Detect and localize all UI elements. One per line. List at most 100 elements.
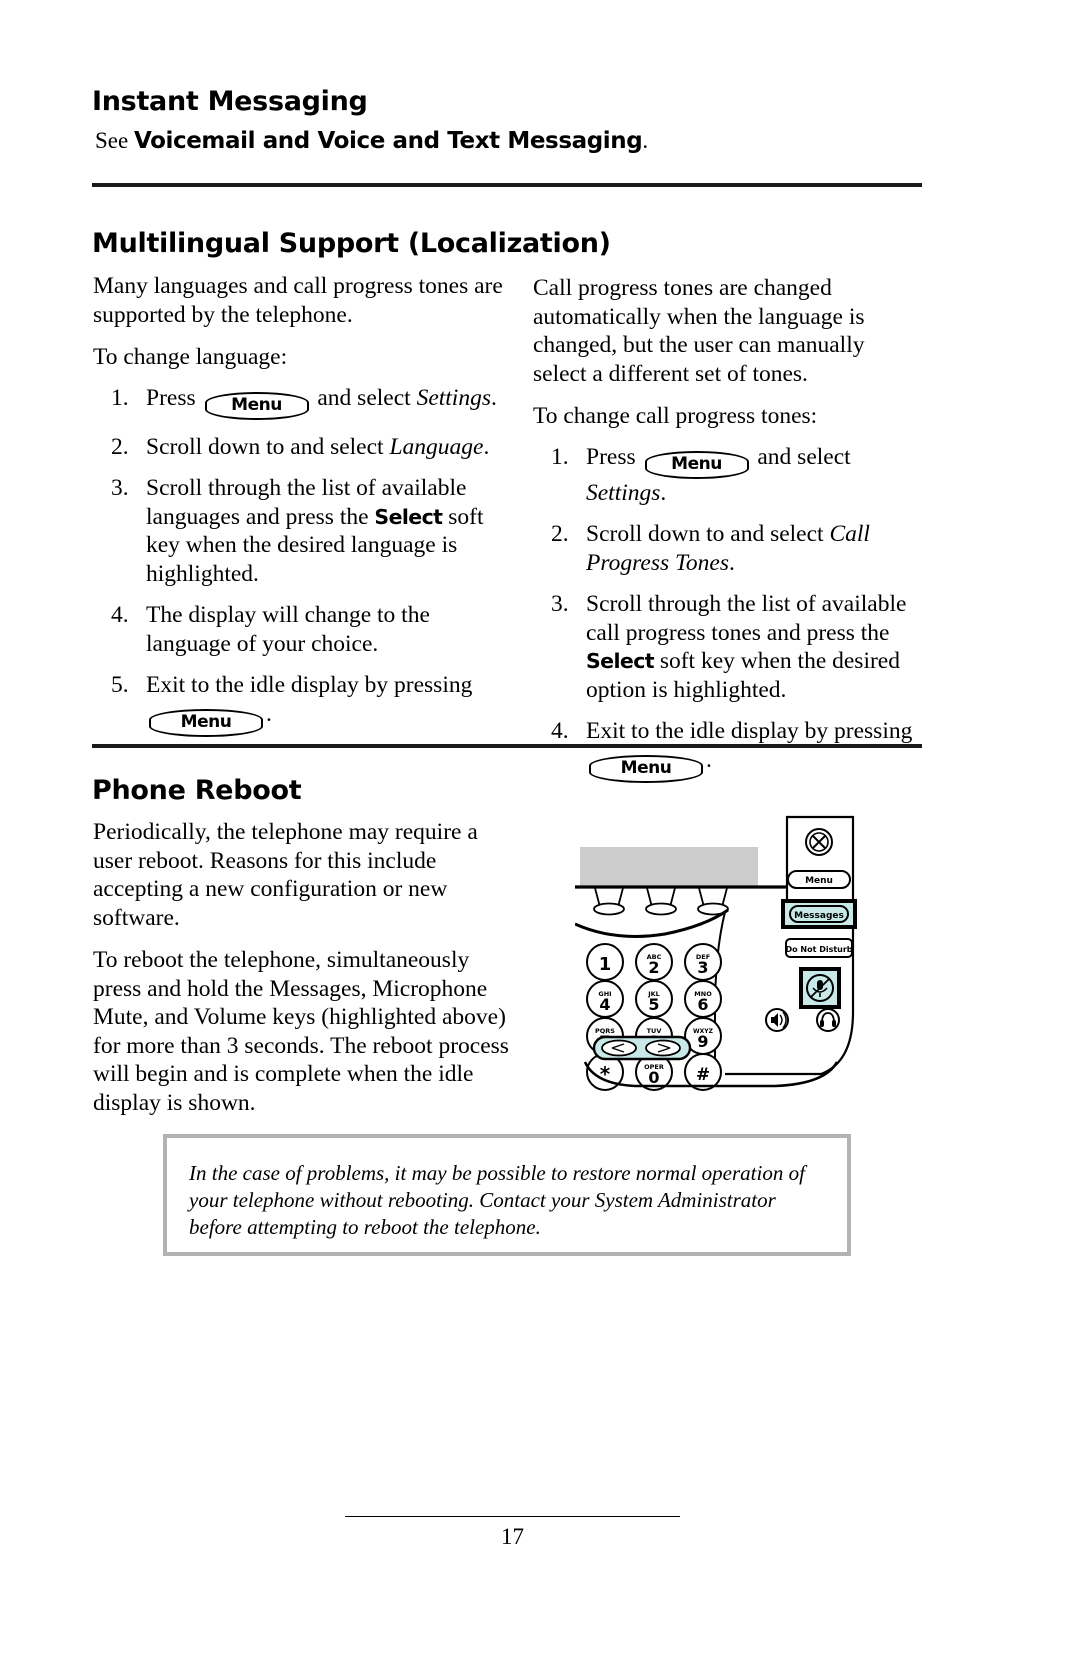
keypad-key-4: GHI 4 — [586, 980, 624, 1018]
note-text: In the case of problems, it may be possi… — [189, 1161, 805, 1239]
step-text-post: and select — [751, 443, 851, 470]
heading-multilingual-support: Multilingual Support (Localization) — [92, 228, 611, 259]
multilingual-right-leadin: To change call progress tones: — [533, 403, 818, 429]
volume-up-button — [645, 1039, 681, 1057]
multilingual-left-leadin: To change language: — [93, 344, 288, 370]
heading-phone-reboot: Phone Reboot — [92, 775, 302, 806]
list-item: 1. Press Menu and select Settings. — [93, 384, 505, 420]
soft-key-group — [593, 887, 729, 916]
list-item: 4. Exit to the idle display by pressing M… — [533, 717, 923, 783]
step-text-tail: . — [483, 433, 490, 460]
page-number: 17 — [501, 1524, 524, 1549]
divider-rule-2 — [92, 744, 922, 748]
phone-display-panel — [580, 847, 758, 887]
step-number: 4. — [551, 718, 569, 744]
list-item: 3. Scroll through the list of available c… — [533, 590, 923, 704]
divider-rule-1 — [92, 183, 922, 187]
step-text-pre: Scroll down to and select — [586, 521, 830, 547]
step-text-tail: . — [266, 700, 272, 727]
multilingual-left-column: Many languages and call progress tones a… — [93, 272, 505, 750]
step-text-pre: Press — [586, 443, 642, 470]
keypad-key-5: JKL 5 — [635, 980, 673, 1018]
volume-down-button — [601, 1039, 637, 1057]
keypad-key-1: 1 — [586, 943, 624, 981]
list-item: 1. Press Menu and select Settings. — [533, 443, 923, 508]
note-box: In the case of problems, it may be possi… — [163, 1134, 851, 1256]
step-number: 3. — [551, 591, 569, 617]
phone-bottom-contour-svg — [583, 1061, 839, 1088]
release-icon — [805, 828, 833, 856]
step-number: 5. — [111, 672, 129, 698]
svg-text:2: 2 — [648, 958, 659, 977]
menu-key-graphic: Menu — [589, 754, 703, 783]
phone-reboot-paragraph-1: Periodically, the telephone may require … — [93, 819, 478, 931]
phone-menu-key: Menu — [787, 870, 851, 889]
multilingual-right-intro: Call progress tones are changed automati… — [533, 275, 865, 387]
see-prefix: See — [95, 128, 134, 153]
phone-reboot-text: Periodically, the telephone may require … — [93, 818, 513, 1131]
phone-reboot-paragraph-2: To reboot the telephone, simultaneously … — [93, 947, 509, 1116]
svg-text:Do Not Disturb: Do Not Disturb — [785, 945, 852, 954]
menu-key-graphic: Menu — [204, 391, 309, 420]
svg-text:Menu: Menu — [805, 876, 833, 886]
step-text-tail: . — [490, 384, 497, 411]
step-number: 2. — [551, 521, 569, 547]
step-text-italic: Settings — [416, 384, 491, 411]
list-item: 2. Scroll down to and select Language. — [93, 433, 505, 462]
keypad-key-3: DEF 3 — [684, 943, 722, 981]
step-text-pre: Press — [146, 384, 202, 411]
svg-text:1: 1 — [599, 954, 612, 975]
svg-text:5: 5 — [648, 995, 659, 1014]
phone-do-not-disturb-key: Do Not Disturb — [785, 938, 853, 958]
phone-bottom-contour — [575, 1060, 865, 1090]
multilingual-left-steps: 1. Press Menu and select Settings. 2. Scro… — [93, 384, 505, 737]
phone-messages-key-highlighted: Messages — [781, 899, 857, 929]
step-text-tail: . — [729, 549, 735, 576]
menu-key-graphic: Menu — [644, 450, 749, 479]
phone-bottom-edge — [583, 1061, 839, 1088]
step-text-tail: . — [706, 746, 712, 773]
multilingual-right-steps: 1. Press Menu and select Settings. 2. Scro… — [533, 443, 923, 783]
list-item: 4. The display will change to the languag… — [93, 601, 505, 658]
svg-text:6: 6 — [697, 995, 708, 1014]
soft-key-oval-2 — [645, 902, 677, 916]
step-text-italic: Settings — [586, 479, 661, 506]
headset-icon — [816, 1008, 840, 1032]
document-page: Instant Messaging See Voicemail and Voic… — [0, 0, 1080, 1669]
step-text-post: and select — [311, 384, 417, 411]
list-item: 5. Exit to the idle display by pressing M… — [93, 671, 505, 737]
multilingual-left-intro: Many languages and call progress tones a… — [93, 273, 503, 328]
soft-key-oval-1 — [593, 902, 625, 916]
speaker-icon — [765, 1008, 789, 1032]
step-text-pre: Exit to the idle display by pressing — [146, 672, 473, 698]
step-text-tail: . — [660, 479, 667, 506]
select-soft-key-label: Select — [374, 504, 443, 529]
multilingual-right-column: Call progress tones are changed automati… — [533, 274, 923, 796]
step-text-pre: Scroll through the list of available cal… — [586, 591, 907, 646]
step-text-pre: The display will change to the language … — [146, 602, 430, 657]
svg-text:Messages: Messages — [794, 911, 844, 921]
instant-messaging-see-line: See Voicemail and Voice and Text Messagi… — [95, 128, 895, 154]
step-number: 1. — [111, 384, 129, 411]
step-text-italic: Language — [389, 433, 484, 460]
list-item: 3. Scroll through the list of available l… — [93, 474, 505, 588]
step-number: 2. — [111, 433, 129, 460]
keypad-key-2: ABC 2 — [635, 943, 673, 981]
step-number: 4. — [111, 602, 129, 628]
heading-instant-messaging: Instant Messaging — [92, 86, 368, 117]
phone-microphone-mute-key-highlighted — [799, 967, 841, 1009]
list-item: 2. Scroll down to and select Call Progres… — [533, 520, 923, 577]
step-number: 3. — [111, 475, 129, 501]
section-multilingual: Multilingual Support (Localization) — [92, 228, 611, 259]
section-phone-reboot: Phone Reboot — [92, 775, 302, 806]
section-instant-messaging: Instant Messaging — [92, 86, 368, 117]
see-suffix: . — [642, 128, 649, 153]
see-reference: Voicemail and Voice and Text Messaging — [133, 128, 643, 154]
step-text-pre: Scroll down to and select — [146, 433, 390, 460]
footer-rule — [345, 1516, 680, 1517]
step-number: 1. — [551, 443, 569, 470]
svg-text:4: 4 — [599, 995, 610, 1014]
step-text-pre: Exit to the idle display by pressing — [586, 718, 913, 744]
svg-text:3: 3 — [697, 958, 708, 977]
keypad-key-6: MNO 6 — [684, 980, 722, 1018]
